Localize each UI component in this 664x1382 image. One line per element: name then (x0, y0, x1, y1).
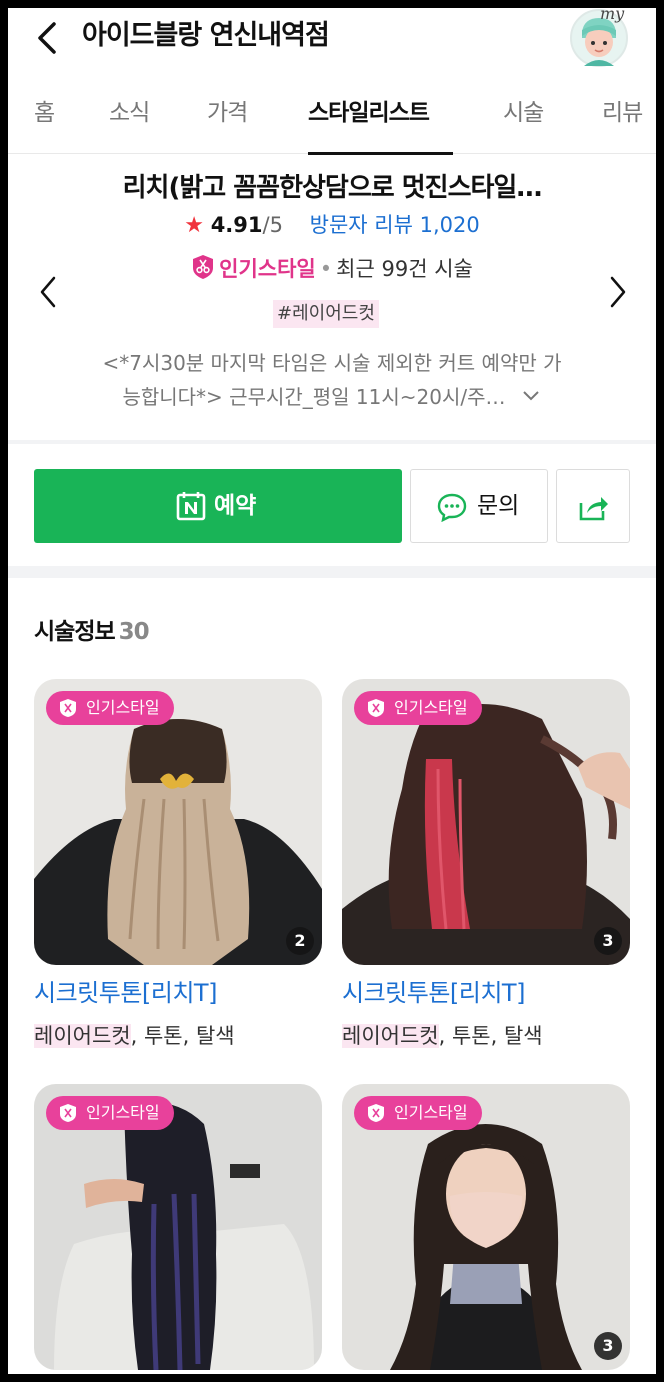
photo-count: 3 (594, 927, 622, 955)
popular-style-badge: 인기스타일 (354, 691, 482, 725)
scissors-badge-icon (193, 255, 214, 279)
next-arrow-icon[interactable] (602, 270, 632, 314)
prev-arrow-icon[interactable] (34, 270, 64, 314)
photo-count: 3 (594, 1332, 622, 1360)
treatment-photo[interactable]: 인기스타일 3 (342, 1084, 630, 1370)
top-bar: 아이드블랑 연신내역점 my (8, 8, 656, 78)
badge-label: 인기스타일 (394, 698, 468, 717)
inquiry-label: 문의 (477, 493, 520, 519)
app-frame: 아이드블랑 연신내역점 my 홈 소식 가격 스타일리스트 시술 리뷰 리치(밝… (8, 8, 656, 1374)
reserve-label: 예약 (214, 493, 257, 519)
scissors-badge-icon (60, 699, 76, 717)
recent-count: 최근 99건 시술 (336, 257, 473, 281)
badge-label: 인기스타일 (86, 698, 160, 717)
section-title-text: 시술정보 (34, 619, 116, 645)
tag-highlight: 레이어드컷 (342, 1024, 439, 1048)
popular-style-badge: 인기스타일 (46, 691, 174, 725)
chevron-down-icon[interactable] (520, 388, 542, 404)
hashtag-chip[interactable]: #레이어드컷 (273, 300, 379, 328)
tag-highlight: 레이어드컷 (34, 1024, 131, 1048)
share-button[interactable] (556, 469, 630, 543)
scissors-badge-icon (60, 1104, 76, 1122)
description-line-2-text: 능합니다*> 근무시간_평일 11시~20시/주… (122, 385, 506, 409)
popular-style-badge: 인기스타일 (354, 1096, 482, 1130)
tab-stylist[interactable]: 스타일리스트 (308, 96, 430, 130)
my-label: my (600, 8, 625, 23)
tag-rest: , 투톤, 탈색 (438, 1024, 543, 1048)
stylist-description[interactable]: <*7시30분 마지막 타임은 시술 제외한 커트 예약만 가 능합니다*> 근… (8, 346, 656, 414)
rating-value: 4.91 (210, 213, 263, 237)
shop-title: 아이드블랑 연신내역점 (82, 20, 330, 51)
rating-max: /5 (262, 213, 283, 237)
popular-style-badge: 인기스타일 (46, 1096, 174, 1130)
section-divider (8, 566, 656, 578)
rating-row: ★ 4.91/5 방문자 리뷰 1,020 (8, 208, 656, 243)
photo-count: 2 (286, 927, 314, 955)
treatment-photo[interactable]: 인기스타일 (34, 1084, 322, 1370)
visitor-review-link[interactable]: 방문자 리뷰 1,020 (310, 213, 480, 237)
tab-news[interactable]: 소식 (109, 96, 150, 130)
section-title: 시술정보 30 (34, 612, 150, 652)
chat-bubble-icon (437, 493, 467, 522)
badge-label: 인기스타일 (394, 1103, 468, 1122)
scissors-badge-icon (368, 1104, 384, 1122)
tab-treatment[interactable]: 시술 (503, 96, 544, 130)
treatment-name[interactable]: 시크릿투톤[리치T] (342, 975, 525, 1011)
separator-dot: • (319, 257, 333, 281)
active-tab-indicator (308, 152, 453, 155)
tag-rest: , 투톤, 탈색 (130, 1024, 235, 1048)
inquiry-button[interactable]: 문의 (410, 469, 548, 543)
section-count: 30 (118, 619, 150, 645)
tab-bar: 홈 소식 가격 스타일리스트 시술 리뷰 (8, 78, 656, 154)
description-line-2: 능합니다*> 근무시간_평일 11시~20시/주… (8, 380, 656, 414)
popular-style-badge: 인기스타일 (219, 257, 316, 281)
divider (8, 440, 656, 444)
stylist-name: 리치(밝고 꼼꼼한상담으로 멋진스타일… (122, 173, 543, 203)
popular-row: 인기스타일 • 최근 99건 시술 (8, 252, 656, 286)
share-icon (579, 497, 608, 521)
scissors-badge-icon (368, 699, 384, 717)
description-line-1: <*7시30분 마지막 타임은 시술 제외한 커트 예약만 가 (102, 351, 562, 375)
tab-review[interactable]: 리뷰 (602, 96, 643, 130)
tab-price[interactable]: 가격 (207, 96, 248, 130)
treatment-photo[interactable]: 인기스타일 2 (34, 679, 322, 965)
star-icon: ★ (184, 213, 204, 238)
back-arrow-icon[interactable] (30, 16, 64, 60)
badge-label: 인기스타일 (86, 1103, 160, 1122)
naver-calendar-icon (176, 492, 206, 521)
reserve-button[interactable]: 예약 (34, 469, 402, 543)
treatment-tags: 레이어드컷, 투톤, 탈색 (342, 1019, 543, 1053)
treatment-tags: 레이어드컷, 투톤, 탈색 (34, 1019, 235, 1053)
tab-home[interactable]: 홈 (34, 96, 55, 130)
treatment-photo[interactable]: 인기스타일 3 (342, 679, 630, 965)
treatment-name[interactable]: 시크릿투톤[리치T] (34, 975, 217, 1011)
